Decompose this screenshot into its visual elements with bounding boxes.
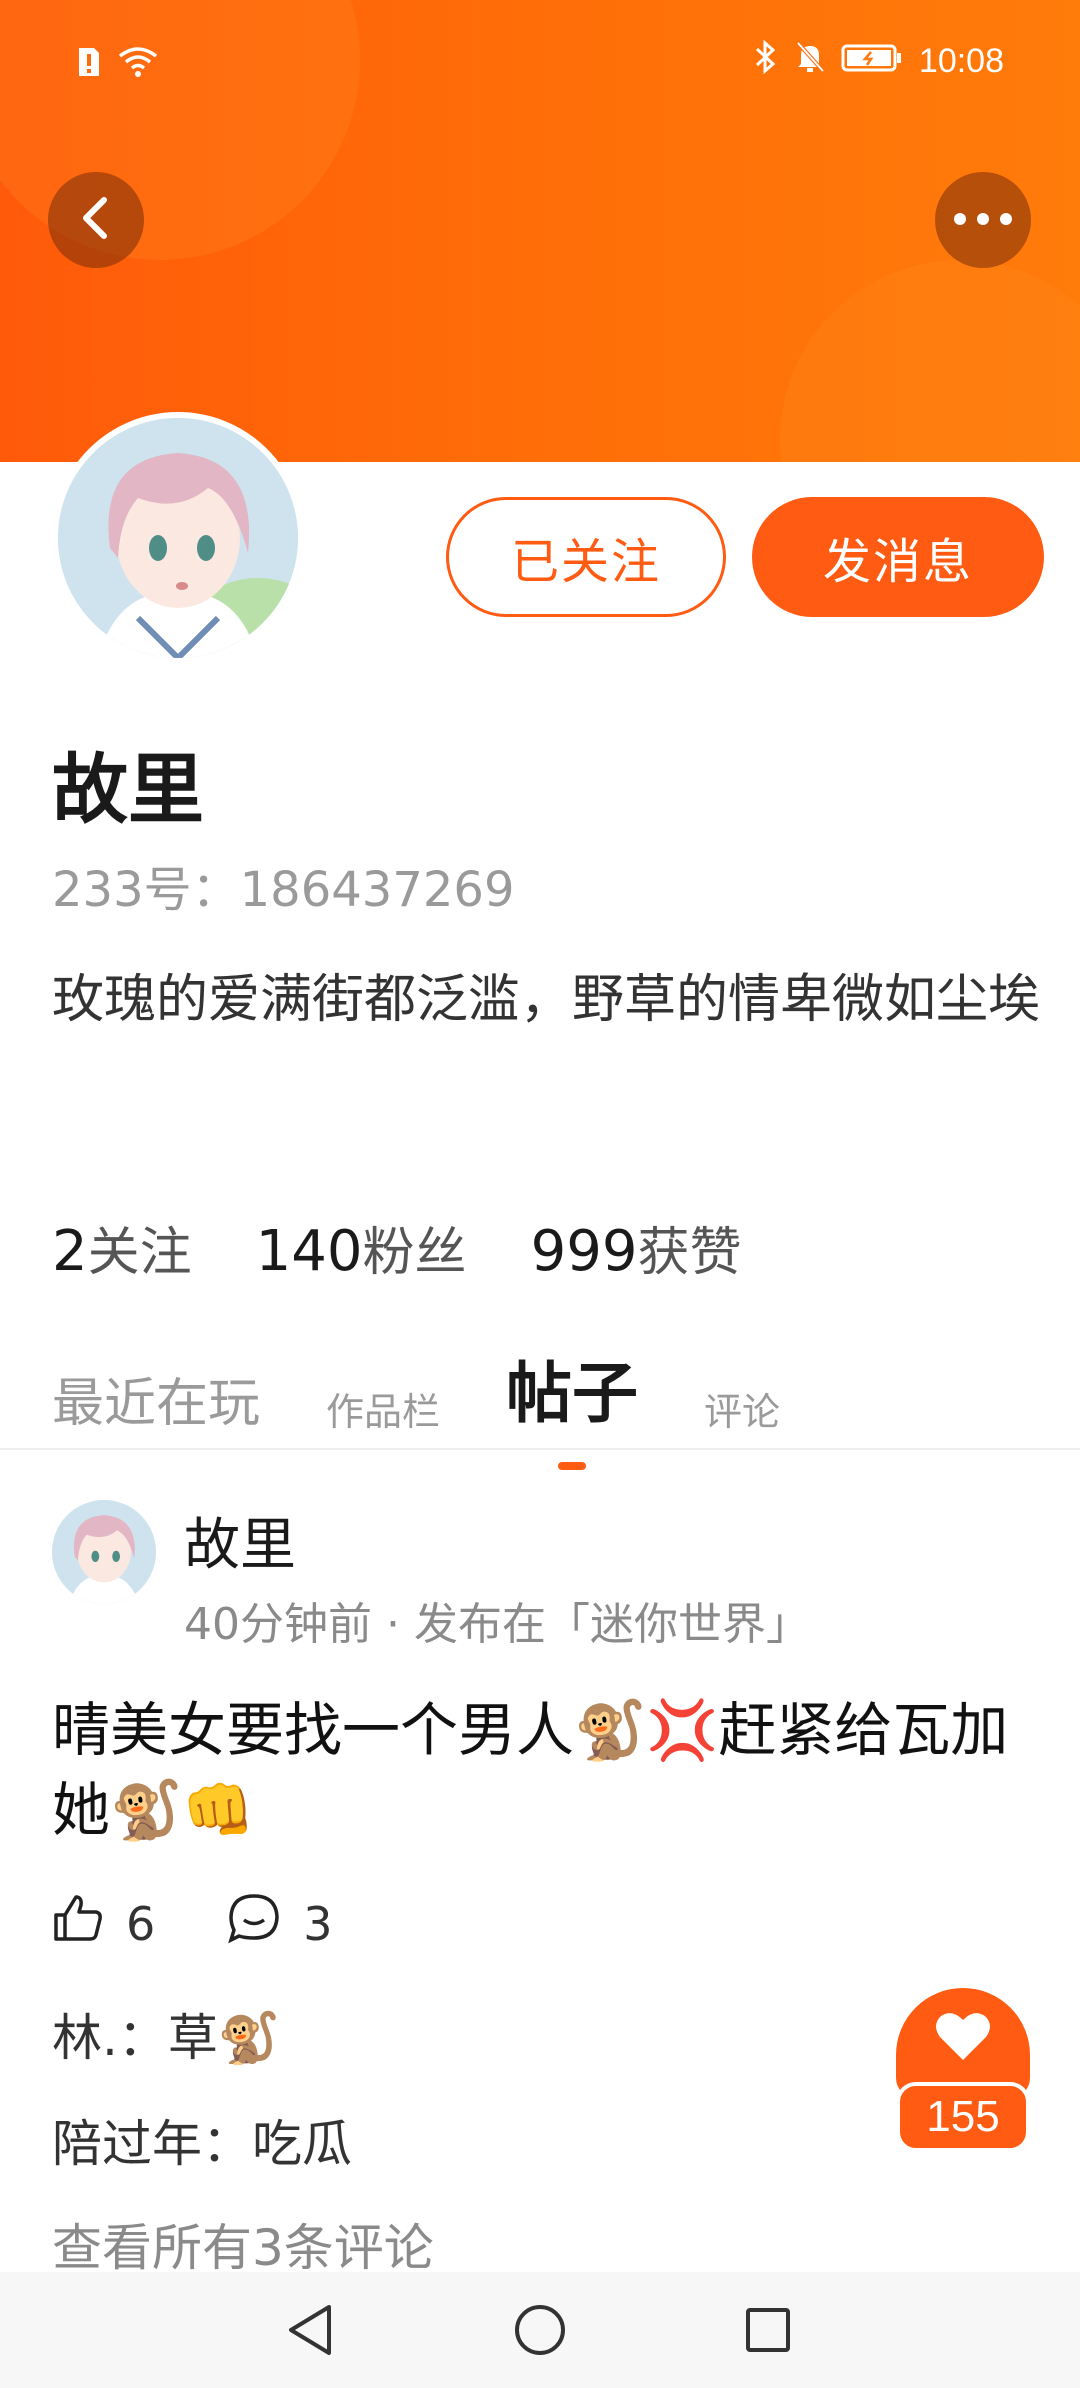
active-tab-indicator (558, 1462, 587, 1470)
circle-home-icon (513, 2303, 567, 2361)
view-all-comments-link[interactable]: 查看所有3条评论 (52, 2208, 434, 2280)
followed-button[interactable]: 已关注 (446, 497, 726, 617)
heart-icon (934, 2010, 992, 2066)
bluetooth-icon (753, 39, 779, 83)
comment-bubble-icon (227, 1892, 281, 1955)
send-message-button[interactable]: 发消息 (752, 497, 1044, 617)
comment-text: 草🐒 (167, 2009, 281, 2067)
profile-tabs: 最近在玩 作品栏 帖子 评论 (52, 1340, 780, 1470)
stat-number: 2 (52, 1219, 88, 1284)
status-bar: 10:08 (0, 30, 1080, 100)
tab-works[interactable]: 作品栏 (326, 1381, 440, 1436)
comment-count: 3 (303, 1896, 333, 1951)
stat-label: 粉丝 (362, 1223, 467, 1283)
stat-label: 关注 (87, 1223, 192, 1283)
tab-recently-played[interactable]: 最近在玩 (52, 1361, 260, 1436)
post-author-name[interactable]: 故里 (184, 1500, 296, 1581)
comment-user: 陪过年： (52, 2115, 252, 2173)
post-author-avatar[interactable] (52, 1500, 156, 1604)
divider (0, 1448, 1080, 1450)
profile-stats: 2关注 140粉丝 999获赞 (52, 1210, 741, 1285)
square-recents-icon (744, 2306, 792, 2358)
tab-posts-label: 帖子 (506, 1355, 639, 1432)
chevron-left-icon (76, 194, 116, 246)
triangle-back-icon (285, 2303, 335, 2361)
banner-decoration (780, 260, 1080, 462)
nav-recents-button[interactable] (738, 2302, 798, 2362)
post-actions: 6 3 (52, 1892, 333, 1955)
tab-comments[interactable]: 评论 (704, 1381, 780, 1436)
comment-user: 林.： (52, 2009, 168, 2067)
stat-number: 140 (255, 1219, 363, 1284)
more-horizontal-icon (953, 211, 1013, 230)
back-button[interactable] (48, 172, 144, 268)
sim-alert-icon (76, 46, 102, 82)
comment-button[interactable]: 3 (227, 1892, 333, 1955)
like-button[interactable]: 6 (52, 1893, 155, 1954)
avatar[interactable] (52, 412, 304, 664)
tab-posts[interactable]: 帖子 (506, 1340, 639, 1470)
user-id-value: 186437269 (239, 862, 515, 918)
stat-number: 999 (530, 1219, 638, 1284)
user-id: 233号：186437269 (52, 850, 514, 920)
floating-like-count: 155 (896, 2082, 1030, 2152)
profile-name: 故里 (52, 745, 204, 834)
stat-followers[interactable]: 140粉丝 (256, 1210, 467, 1285)
system-navigation-bar (0, 2272, 1080, 2388)
thumbs-up-icon (52, 1893, 104, 1954)
post-meta: 40分钟前 · 发布在「迷你世界」 (184, 1599, 810, 1650)
battery-icon (841, 42, 903, 82)
stat-likes[interactable]: 999获赞 (531, 1210, 742, 1285)
comment-item[interactable]: 陪过年：吃瓜 (52, 2104, 352, 2176)
post-content[interactable]: 晴美女要找一个男人🐒💢赶紧给瓦加她🐒👊 (52, 1690, 1042, 1850)
clock-time: 10:08 (918, 42, 1004, 80)
nav-back-button[interactable] (280, 2302, 340, 2362)
comment-item[interactable]: 林.：草🐒 (52, 1998, 280, 2070)
stat-label: 获赞 (637, 1223, 742, 1283)
wifi-icon (118, 46, 158, 82)
comment-text: 吃瓜 (252, 2115, 352, 2173)
like-count: 6 (126, 1896, 156, 1951)
user-id-label: 233号： (52, 862, 240, 918)
mute-bell-icon (795, 40, 825, 83)
more-options-button[interactable] (935, 172, 1031, 268)
stat-following[interactable]: 2关注 (52, 1210, 192, 1285)
nav-home-button[interactable] (510, 2302, 570, 2362)
profile-bio: 玫瑰的爱满街都泛滥，野草的情卑微如尘埃 (52, 970, 1041, 1030)
